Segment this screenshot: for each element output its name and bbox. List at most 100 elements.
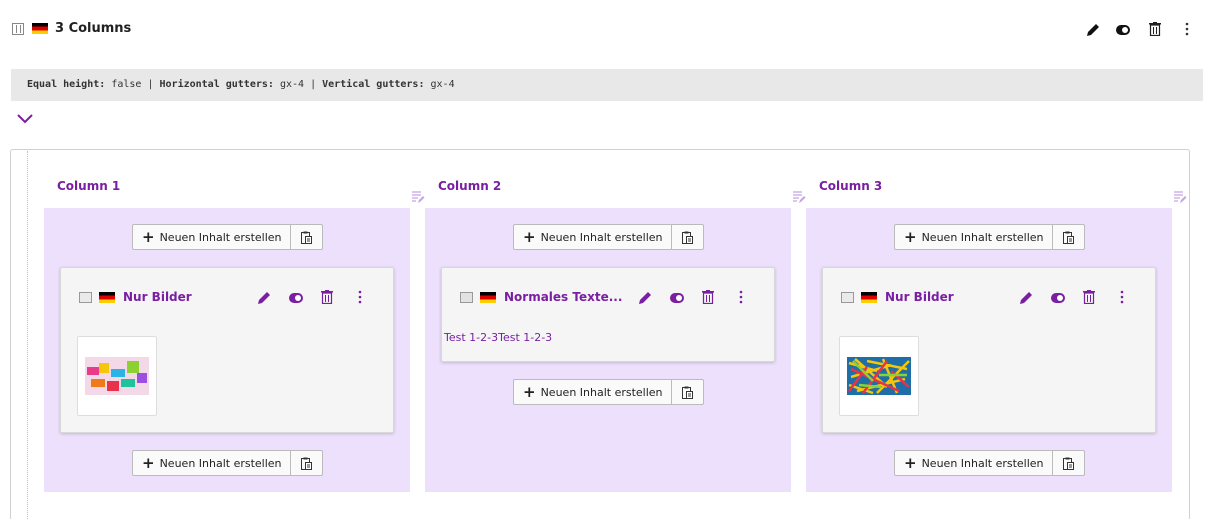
- container-title: 3 Columns: [55, 21, 132, 36]
- image-content-icon: [841, 292, 854, 303]
- column-header: Column 3: [806, 166, 1172, 208]
- column-title: Column 2: [438, 179, 502, 193]
- toggle-icon: [1051, 293, 1065, 303]
- column-edit-icon[interactable]: [1173, 190, 1187, 204]
- edit-button[interactable]: [254, 288, 274, 308]
- more-options-button[interactable]: [1112, 287, 1132, 307]
- pencil-icon: [1087, 24, 1099, 36]
- settings-info-bar: Equal height: false | Horizontal gutters…: [11, 69, 1203, 101]
- pencil-icon: [1020, 292, 1032, 304]
- new-content-button-group: + Neuen Inhalt erstellen: [513, 379, 704, 405]
- paste-button[interactable]: [671, 224, 704, 250]
- delete-button[interactable]: [317, 287, 337, 307]
- edit-button[interactable]: [1083, 20, 1103, 40]
- new-content-button[interactable]: + Neuen Inhalt erstellen: [513, 224, 672, 250]
- new-content-button[interactable]: + Neuen Inhalt erstellen: [132, 224, 291, 250]
- chevron-down-icon[interactable]: [16, 112, 34, 124]
- new-content-button-group: + Neuen Inhalt erstellen: [894, 224, 1085, 250]
- column-edit-icon[interactable]: [792, 190, 806, 204]
- separator: |: [310, 79, 317, 90]
- more-vertical-icon: [358, 290, 362, 304]
- plus-icon: +: [523, 382, 536, 401]
- trash-icon: [1149, 22, 1161, 36]
- clipboard-paste-icon: [1062, 231, 1074, 244]
- delete-button[interactable]: [698, 287, 718, 307]
- image-thumbnail[interactable]: [839, 336, 919, 416]
- equal-height-value: false: [111, 79, 142, 90]
- de-flag-icon: [32, 23, 48, 34]
- horizontal-gutters-label: Horizontal gutters:: [159, 79, 274, 90]
- column-edit-icon[interactable]: [411, 190, 425, 204]
- paste-button[interactable]: [671, 379, 704, 405]
- paste-button[interactable]: [290, 224, 323, 250]
- more-vertical-icon: [1120, 290, 1124, 304]
- new-content-button-group: + Neuen Inhalt erstellen: [132, 224, 323, 250]
- new-content-button[interactable]: + Neuen Inhalt erstellen: [894, 450, 1053, 476]
- de-flag-icon: [861, 292, 877, 303]
- container-header: 3 Columns: [0, 0, 1209, 62]
- new-content-button[interactable]: + Neuen Inhalt erstellen: [513, 379, 672, 405]
- plus-icon: +: [904, 453, 917, 472]
- new-content-button[interactable]: + Neuen Inhalt erstellen: [132, 450, 291, 476]
- toggle-icon: [289, 293, 303, 303]
- thumbnail-image: [847, 357, 911, 395]
- toggle-visibility-button[interactable]: [1048, 288, 1068, 308]
- separator: |: [147, 79, 154, 90]
- vertical-gutters-value: gx-4: [430, 79, 455, 90]
- content-element-card[interactable]: Normales Texte... Test 1-2-3Test 1-2-3: [441, 267, 775, 362]
- delete-button[interactable]: [1079, 287, 1099, 307]
- plus-icon: +: [142, 453, 155, 472]
- clipboard-paste-icon: [681, 231, 693, 244]
- new-content-button-group: + Neuen Inhalt erstellen: [513, 224, 704, 250]
- plus-icon: +: [142, 227, 155, 246]
- vertical-gutters-label: Vertical gutters:: [322, 79, 425, 90]
- clipboard-paste-icon: [300, 457, 312, 470]
- new-content-label: Neuen Inhalt erstellen: [159, 456, 282, 470]
- column-title: Column 1: [57, 179, 121, 193]
- horizontal-gutters-value: gx-4: [279, 79, 305, 90]
- trash-icon: [702, 290, 714, 304]
- new-content-button[interactable]: + Neuen Inhalt erstellen: [894, 224, 1053, 250]
- toggle-icon: [1116, 25, 1130, 35]
- new-content-button-group: + Neuen Inhalt erstellen: [894, 450, 1085, 476]
- content-element-body: Test 1-2-3Test 1-2-3: [444, 331, 553, 344]
- text-content-icon: [460, 292, 473, 303]
- thumbnail-image: [85, 357, 149, 395]
- paste-button[interactable]: [1052, 224, 1085, 250]
- content-element-card[interactable]: Nur Bilder: [822, 267, 1156, 433]
- clipboard-paste-icon: [681, 386, 693, 399]
- toggle-visibility-button[interactable]: [286, 288, 306, 308]
- de-flag-icon: [480, 292, 496, 303]
- more-options-button[interactable]: [731, 287, 751, 307]
- trash-icon: [321, 290, 333, 304]
- delete-button[interactable]: [1145, 19, 1165, 39]
- toggle-icon: [670, 293, 684, 303]
- new-content-label: Neuen Inhalt erstellen: [921, 456, 1044, 470]
- de-flag-icon: [99, 292, 115, 303]
- more-options-button[interactable]: [1177, 19, 1197, 39]
- more-vertical-icon: [1185, 22, 1189, 36]
- column-title: Column 3: [819, 179, 883, 193]
- plus-icon: +: [904, 227, 917, 246]
- toggle-visibility-button[interactable]: [667, 288, 687, 308]
- content-element-title[interactable]: Nur Bilder: [885, 290, 954, 304]
- trash-icon: [1083, 290, 1095, 304]
- edit-button[interactable]: [1016, 288, 1036, 308]
- new-content-label: Neuen Inhalt erstellen: [540, 230, 663, 244]
- edit-button[interactable]: [635, 288, 655, 308]
- content-element-card[interactable]: Nur Bilder: [60, 267, 394, 433]
- pencil-icon: [258, 292, 270, 304]
- new-content-label: Neuen Inhalt erstellen: [921, 230, 1044, 244]
- content-element-title[interactable]: Nur Bilder: [123, 290, 192, 304]
- paste-button[interactable]: [290, 450, 323, 476]
- paste-button[interactable]: [1052, 450, 1085, 476]
- content-element-title[interactable]: Normales Texte...: [504, 290, 622, 304]
- plus-icon: +: [523, 227, 536, 246]
- new-content-label: Neuen Inhalt erstellen: [540, 385, 663, 399]
- more-options-button[interactable]: [350, 287, 370, 307]
- new-content-button-group: + Neuen Inhalt erstellen: [132, 450, 323, 476]
- image-thumbnail[interactable]: [77, 336, 157, 416]
- equal-height-label: Equal height:: [27, 79, 106, 90]
- toggle-visibility-button[interactable]: [1113, 20, 1133, 40]
- image-content-icon: [79, 292, 92, 303]
